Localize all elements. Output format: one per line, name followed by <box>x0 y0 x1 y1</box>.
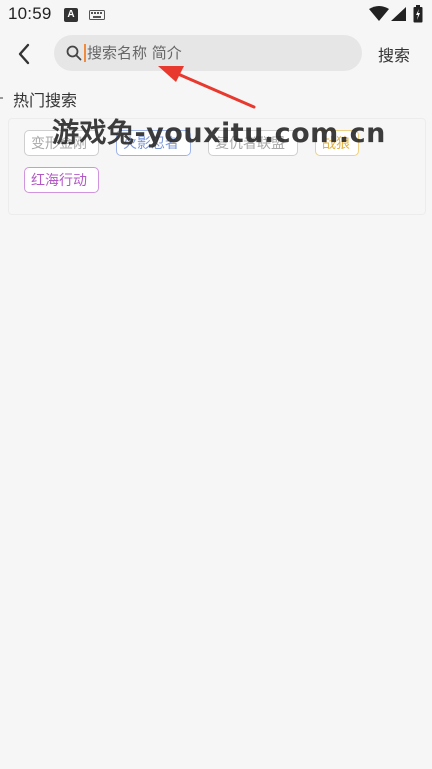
search-box[interactable] <box>54 35 362 71</box>
hot-search-title: 热门搜索 <box>13 91 78 110</box>
hot-tag[interactable]: 战狼 <box>315 130 359 156</box>
notification-a-icon: A <box>64 8 78 22</box>
hot-tag[interactable]: 变形金刚 <box>24 130 99 156</box>
status-bar: 10:59 A <box>0 0 432 32</box>
hot-search-card: 变形金刚 火影忍者 复仇者联盟 战狼 红海行动 <box>8 118 426 215</box>
battery-icon <box>413 5 423 23</box>
search-button[interactable]: 搜索 <box>378 42 410 66</box>
search-header: 搜索 <box>0 32 432 76</box>
text-cursor <box>84 44 86 62</box>
chevron-left-icon <box>18 43 30 65</box>
hot-tag[interactable]: 火影忍者 <box>116 130 191 156</box>
search-input[interactable] <box>87 35 347 71</box>
status-time: 10:59 <box>8 4 52 23</box>
back-button[interactable] <box>10 40 38 68</box>
search-icon <box>66 45 82 61</box>
wifi-icon <box>369 6 389 21</box>
signal-icon <box>391 7 406 21</box>
hot-tag[interactable]: 复仇者联盟 <box>208 130 298 156</box>
section-marker <box>0 97 3 99</box>
keyboard-icon <box>89 10 105 20</box>
hot-search-tags: 变形金刚 火影忍者 复仇者联盟 战狼 红海行动 <box>24 130 420 193</box>
hot-tag[interactable]: 红海行动 <box>24 167 99 193</box>
search-page: 10:59 A 搜索名称 简介 搜索 热门搜索 变形金刚 火影忍者 复仇者联盟 … <box>0 0 432 769</box>
